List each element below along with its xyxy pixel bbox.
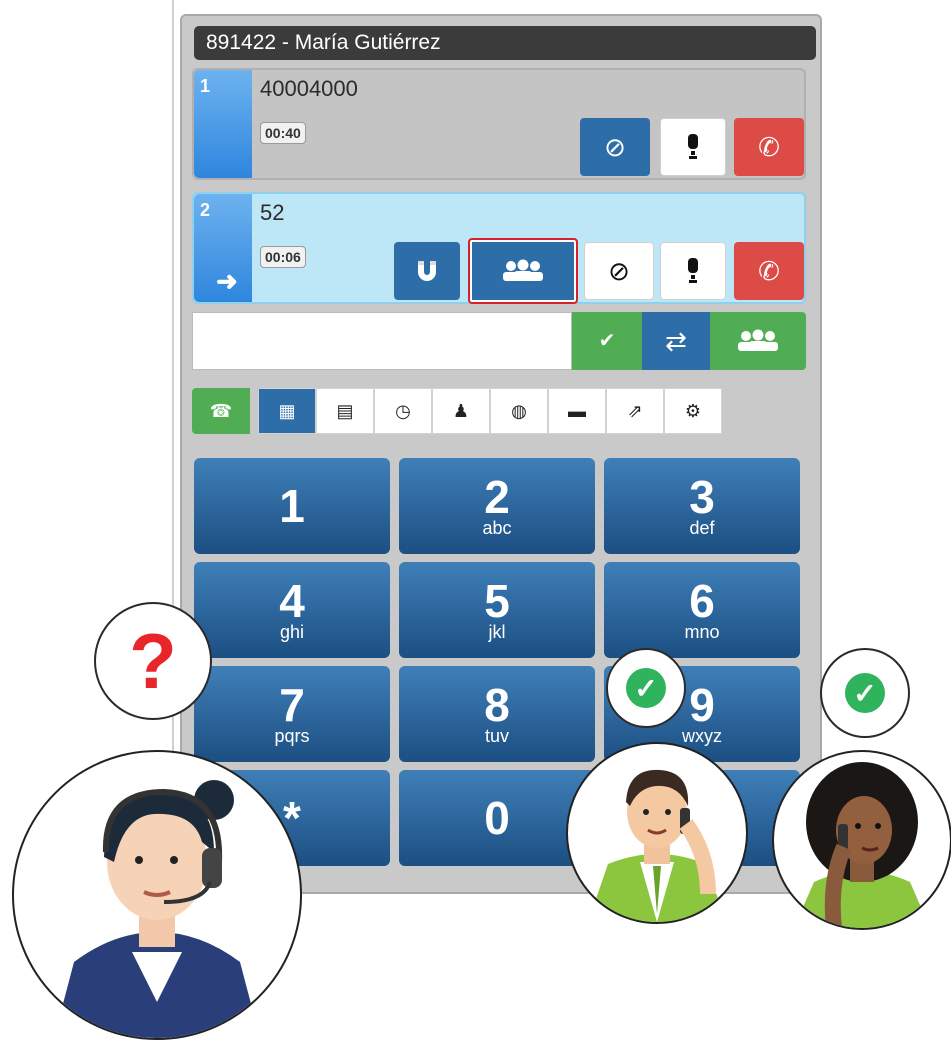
tab-globe[interactable]: ◍ [490,388,548,434]
key-digit: 7 [279,679,305,731]
microphone-icon [688,134,698,159]
tab-keypad[interactable]: ▦ [258,388,316,434]
tab-settings[interactable]: ⚙ [664,388,722,434]
block-button[interactable]: ⊘ [580,118,650,176]
call-line-2[interactable]: 2 ➜ 52 00:06 ⊘ ✆ [192,192,806,304]
contacts-list-icon: ▤ [336,400,354,421]
group-icon [738,329,778,351]
line-number: 40004000 [260,76,358,101]
group-icon [503,259,543,281]
magnet-icon [418,261,436,281]
call-timer: 00:06 [260,246,306,268]
arrow-right-icon: ➜ [216,266,238,296]
caller-woman-avatar [772,750,951,930]
checkmark-icon: ✓ [626,668,666,708]
checkmark-icon: ✔ [598,330,616,352]
key-letters: abc [482,518,512,538]
conference-join-button[interactable] [710,312,806,370]
microphone-icon [688,258,698,283]
conference-button[interactable] [468,238,578,304]
mute-button[interactable] [660,242,726,300]
key-digit: 6 [689,575,715,627]
hangup-button[interactable]: ✆ [734,242,804,300]
phone-icon: ☎ [209,400,233,421]
key-2[interactable]: 2 abc [399,458,595,554]
agent-avatar [12,750,302,1040]
tab-history[interactable]: ◷ [374,388,432,434]
pickup-button[interactable] [394,242,460,300]
key-4[interactable]: 4 ghi [194,562,390,658]
block-icon: ⊘ [608,256,630,286]
woman-illustration [794,762,930,928]
key-digit: 8 [484,679,510,731]
call-timer: 00:40 [260,122,306,144]
key-letters: def [689,518,715,538]
key-digit: 1 [279,480,305,532]
line-tab-1[interactable]: 1 [194,70,252,178]
check-bubble-1: ✓ [606,648,686,728]
man-illustration [588,769,726,922]
keypad-icon: ▦ [278,400,296,421]
tab-phone[interactable]: ☎ [192,388,250,434]
key-letters: wxyz [682,726,722,746]
window-title: 891422 - María Gutiérrez [194,26,816,60]
key-3[interactable]: 3 def [604,458,800,554]
tab-user[interactable]: ♟ [432,388,490,434]
key-digit: 5 [484,575,510,627]
tab-contacts-list[interactable]: ▤ [316,388,374,434]
block-icon: ⊘ [604,132,626,162]
transfer-button[interactable]: ⇄ [642,312,710,370]
history-icon: ◷ [395,400,411,421]
key-0[interactable]: 0 [399,770,595,866]
phone-hangup-icon: ✆ [758,132,780,162]
checkmark-icon: ✓ [845,673,885,713]
globe-icon: ◍ [511,400,527,421]
mute-button[interactable] [660,118,726,176]
key-6[interactable]: 6 mno [604,562,800,658]
external-icon: ⇗ [627,400,643,421]
line-number: 52 [260,200,285,225]
agent-illustration [54,780,260,1038]
softphone-panel: 891422 - María Gutiérrez 1 40004000 00:4… [180,14,822,894]
key-digit: 0 [484,792,510,844]
tab-external[interactable]: ⇗ [606,388,664,434]
dial-input[interactable] [192,312,572,370]
key-letters: jkl [488,622,506,642]
key-letters: pqrs [274,726,310,746]
key-digit: 4 [279,575,305,627]
line-tab-2[interactable]: 2 ➜ [194,194,252,302]
question-bubble: ? [94,602,212,720]
tab-bar: ☎ ▦ ▤ ◷ ♟ ◍ ▬ ⇗ ⚙ [192,388,722,434]
block-button[interactable]: ⊘ [584,242,654,300]
key-letters: mno [684,622,720,642]
confirm-button[interactable]: ✔ [572,312,642,370]
key-letters: tuv [484,726,509,746]
transfer-icon: ⇄ [665,326,687,356]
phone-hangup-icon: ✆ [758,256,780,286]
key-digit: 2 [484,471,510,523]
key-7[interactable]: 7 pqrs [194,666,390,762]
tab-chat[interactable]: ▬ [548,388,606,434]
caller-man-avatar [566,742,748,924]
settings-icon: ⚙ [684,400,702,421]
key-8[interactable]: 8 tuv [399,666,595,762]
user-icon: ♟ [452,400,470,421]
call-line-1[interactable]: 1 40004000 00:40 ⊘ ✆ [192,68,806,180]
key-letters: ghi [279,622,305,642]
key-digit: 9 [689,679,715,731]
key-1[interactable]: 1 [194,458,390,554]
key-digit: 3 [689,471,715,523]
line-index: 2 [200,200,211,220]
hangup-button[interactable]: ✆ [734,118,804,176]
chat-icon: ▬ [568,400,586,421]
key-5[interactable]: 5 jkl [399,562,595,658]
check-bubble-2: ✓ [820,648,910,738]
question-mark-icon: ? [129,616,177,705]
line-index: 1 [200,76,211,96]
